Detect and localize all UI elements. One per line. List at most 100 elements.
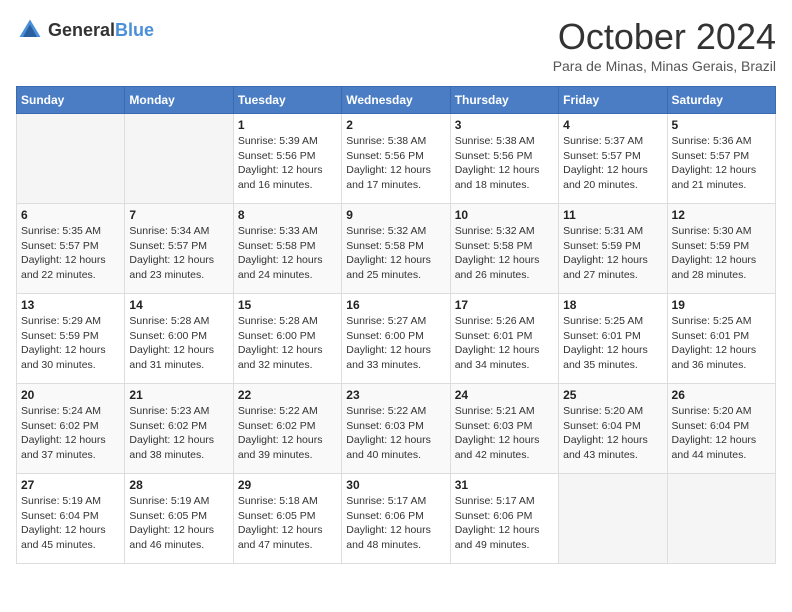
day-number: 31 [455, 478, 554, 492]
week-row-3: 13 Sunrise: 5:29 AM Sunset: 5:59 PM Dayli… [17, 294, 776, 384]
logo-text-general: General [48, 20, 115, 40]
day-number: 19 [672, 298, 771, 312]
calendar-day: 1 Sunrise: 5:39 AM Sunset: 5:56 PM Daylig… [233, 114, 341, 204]
day-info: Sunrise: 5:32 AM Sunset: 5:58 PM Dayligh… [455, 224, 554, 283]
calendar-day: 30 Sunrise: 5:17 AM Sunset: 6:06 PM Dayli… [342, 474, 450, 564]
day-info: Sunrise: 5:22 AM Sunset: 6:03 PM Dayligh… [346, 404, 445, 463]
day-number: 1 [238, 118, 337, 132]
day-info: Sunrise: 5:26 AM Sunset: 6:01 PM Dayligh… [455, 314, 554, 373]
calendar-day: 20 Sunrise: 5:24 AM Sunset: 6:02 PM Dayli… [17, 384, 125, 474]
calendar-header-friday: Friday [559, 87, 667, 114]
day-number: 12 [672, 208, 771, 222]
day-number: 2 [346, 118, 445, 132]
day-number: 29 [238, 478, 337, 492]
calendar-day: 2 Sunrise: 5:38 AM Sunset: 5:56 PM Daylig… [342, 114, 450, 204]
calendar-day: 29 Sunrise: 5:18 AM Sunset: 6:05 PM Dayli… [233, 474, 341, 564]
day-info: Sunrise: 5:30 AM Sunset: 5:59 PM Dayligh… [672, 224, 771, 283]
day-number: 16 [346, 298, 445, 312]
calendar-day [17, 114, 125, 204]
day-number: 11 [563, 208, 662, 222]
day-number: 21 [129, 388, 228, 402]
week-row-4: 20 Sunrise: 5:24 AM Sunset: 6:02 PM Dayli… [17, 384, 776, 474]
day-number: 28 [129, 478, 228, 492]
day-number: 22 [238, 388, 337, 402]
day-info: Sunrise: 5:25 AM Sunset: 6:01 PM Dayligh… [672, 314, 771, 373]
calendar-day [559, 474, 667, 564]
calendar-day: 8Sunrise: 5:33 AM Sunset: 5:58 PM Daylig… [233, 204, 341, 294]
calendar-day: 21 Sunrise: 5:23 AM Sunset: 6:02 PM Dayli… [125, 384, 233, 474]
day-info: Sunrise: 5:17 AM Sunset: 6:06 PM Dayligh… [455, 494, 554, 553]
calendar-day: 12 Sunrise: 5:30 AM Sunset: 5:59 PM Dayli… [667, 204, 775, 294]
day-number: 26 [672, 388, 771, 402]
week-row-5: 27Sunrise: 5:19 AM Sunset: 6:04 PM Dayli… [17, 474, 776, 564]
title-block: October 2024 Para de Minas, Minas Gerais… [553, 16, 776, 74]
day-number: 3 [455, 118, 554, 132]
calendar-day: 18 Sunrise: 5:25 AM Sunset: 6:01 PM Dayli… [559, 294, 667, 384]
day-info: Sunrise: 5:37 AM Sunset: 5:57 PM Dayligh… [563, 134, 662, 193]
day-info: Sunrise: 5:19 AM Sunset: 6:05 PM Dayligh… [129, 494, 228, 553]
calendar-day: 10 Sunrise: 5:32 AM Sunset: 5:58 PM Dayli… [450, 204, 558, 294]
logo-text-blue: Blue [115, 20, 154, 40]
calendar-day: 13 Sunrise: 5:29 AM Sunset: 5:59 PM Dayli… [17, 294, 125, 384]
day-number: 18 [563, 298, 662, 312]
day-number: 13 [21, 298, 120, 312]
day-info: Sunrise: 5:22 AM Sunset: 6:02 PM Dayligh… [238, 404, 337, 463]
day-number: 15 [238, 298, 337, 312]
calendar-header-tuesday: Tuesday [233, 87, 341, 114]
calendar-day: 11 Sunrise: 5:31 AM Sunset: 5:59 PM Dayli… [559, 204, 667, 294]
calendar-header-thursday: Thursday [450, 87, 558, 114]
day-info: Sunrise: 5:36 AM Sunset: 5:57 PM Dayligh… [672, 134, 771, 193]
day-number: 17 [455, 298, 554, 312]
day-number: 20 [21, 388, 120, 402]
day-number: 9 [346, 208, 445, 222]
day-number: 10 [455, 208, 554, 222]
day-number: 30 [346, 478, 445, 492]
calendar-day [125, 114, 233, 204]
week-row-1: 1 Sunrise: 5:39 AM Sunset: 5:56 PM Daylig… [17, 114, 776, 204]
day-number: 6 [21, 208, 120, 222]
day-number: 8 [238, 208, 337, 222]
day-info: Sunrise: 5:28 AM Sunset: 6:00 PM Dayligh… [238, 314, 337, 373]
calendar-day: 3 Sunrise: 5:38 AM Sunset: 5:56 PM Daylig… [450, 114, 558, 204]
day-info: Sunrise: 5:20 AM Sunset: 6:04 PM Dayligh… [672, 404, 771, 463]
calendar-day: 22 Sunrise: 5:22 AM Sunset: 6:02 PM Dayli… [233, 384, 341, 474]
calendar-day: 26 Sunrise: 5:20 AM Sunset: 6:04 PM Dayli… [667, 384, 775, 474]
calendar-day: 4Sunrise: 5:37 AM Sunset: 5:57 PM Daylig… [559, 114, 667, 204]
day-info: Sunrise: 5:31 AM Sunset: 5:59 PM Dayligh… [563, 224, 662, 283]
day-info: Sunrise: 5:38 AM Sunset: 5:56 PM Dayligh… [455, 134, 554, 193]
day-info: Sunrise: 5:34 AM Sunset: 5:57 PM Dayligh… [129, 224, 228, 283]
logo-icon [16, 16, 44, 44]
calendar-day: 6Sunrise: 5:35 AM Sunset: 5:57 PM Daylig… [17, 204, 125, 294]
month-title: October 2024 [553, 16, 776, 58]
calendar-day: 31 Sunrise: 5:17 AM Sunset: 6:06 PM Dayli… [450, 474, 558, 564]
day-info: Sunrise: 5:17 AM Sunset: 6:06 PM Dayligh… [346, 494, 445, 553]
day-number: 14 [129, 298, 228, 312]
day-number: 25 [563, 388, 662, 402]
week-row-2: 6Sunrise: 5:35 AM Sunset: 5:57 PM Daylig… [17, 204, 776, 294]
day-info: Sunrise: 5:38 AM Sunset: 5:56 PM Dayligh… [346, 134, 445, 193]
day-info: Sunrise: 5:18 AM Sunset: 6:05 PM Dayligh… [238, 494, 337, 553]
location-title: Para de Minas, Minas Gerais, Brazil [553, 58, 776, 74]
calendar-day: 16 Sunrise: 5:27 AM Sunset: 6:00 PM Dayli… [342, 294, 450, 384]
page-header: GeneralBlue October 2024 Para de Minas, … [16, 16, 776, 74]
calendar-table: SundayMondayTuesdayWednesdayThursdayFrid… [16, 86, 776, 564]
calendar-day: 25Sunrise: 5:20 AM Sunset: 6:04 PM Dayli… [559, 384, 667, 474]
calendar-day [667, 474, 775, 564]
day-info: Sunrise: 5:32 AM Sunset: 5:58 PM Dayligh… [346, 224, 445, 283]
calendar-day: 17 Sunrise: 5:26 AM Sunset: 6:01 PM Dayli… [450, 294, 558, 384]
calendar-header-wednesday: Wednesday [342, 87, 450, 114]
day-info: Sunrise: 5:29 AM Sunset: 5:59 PM Dayligh… [21, 314, 120, 373]
day-number: 27 [21, 478, 120, 492]
calendar-day: 5 Sunrise: 5:36 AM Sunset: 5:57 PM Daylig… [667, 114, 775, 204]
day-info: Sunrise: 5:23 AM Sunset: 6:02 PM Dayligh… [129, 404, 228, 463]
day-info: Sunrise: 5:39 AM Sunset: 5:56 PM Dayligh… [238, 134, 337, 193]
day-number: 5 [672, 118, 771, 132]
calendar-header-monday: Monday [125, 87, 233, 114]
day-number: 7 [129, 208, 228, 222]
day-info: Sunrise: 5:25 AM Sunset: 6:01 PM Dayligh… [563, 314, 662, 373]
logo: GeneralBlue [16, 16, 154, 44]
day-info: Sunrise: 5:27 AM Sunset: 6:00 PM Dayligh… [346, 314, 445, 373]
calendar-day: 24Sunrise: 5:21 AM Sunset: 6:03 PM Dayli… [450, 384, 558, 474]
day-info: Sunrise: 5:24 AM Sunset: 6:02 PM Dayligh… [21, 404, 120, 463]
calendar-day: 15 Sunrise: 5:28 AM Sunset: 6:00 PM Dayli… [233, 294, 341, 384]
